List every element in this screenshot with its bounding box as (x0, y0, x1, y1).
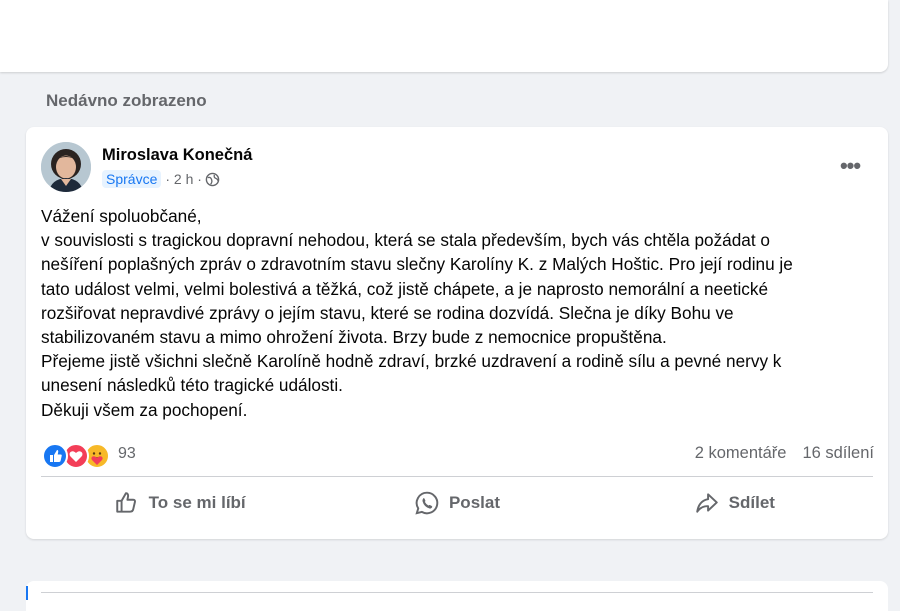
avatar-image (41, 142, 91, 192)
post-text-line: v souvislosti s tragickou dopravní nehod… (41, 230, 770, 251)
like-button[interactable]: To se mi líbí (41, 479, 318, 527)
globe-icon (205, 172, 220, 187)
shares-count[interactable]: 16 sdílení (802, 444, 874, 463)
post-text-line: stabilizovaném stavu a mimo ohrožení živ… (41, 327, 667, 348)
next-post-card (26, 581, 888, 611)
author-name[interactable]: Miroslava Konečná (102, 146, 252, 165)
post-text: Vážení spoluobčané, v souvislosti s trag… (41, 204, 877, 422)
like-icon (42, 443, 68, 469)
focus-edge (26, 586, 28, 600)
post-text-line: rozšiřovat nepravdivé zprávy o jejím sta… (41, 302, 734, 323)
divider (41, 476, 873, 477)
reactions-summary[interactable]: 93 (42, 442, 136, 469)
post-text-line: tato událost velmi, velmi bolestivá a tě… (41, 278, 769, 299)
send-button[interactable]: Poslat (318, 479, 595, 527)
post-text-line: Přejeme jistě všichni slečně Karolíně ho… (41, 351, 782, 372)
post-meta: Správce · 2 h · (102, 170, 220, 188)
avatar[interactable] (41, 142, 91, 192)
role-badge: Správce (102, 170, 162, 188)
reaction-count: 93 (118, 445, 136, 462)
more-options-button[interactable]: ••• (830, 151, 870, 181)
comments-count[interactable]: 2 komentáře (695, 444, 787, 463)
post-card: Miroslava Konečná Správce · 2 h · ••• Vá… (26, 127, 888, 539)
section-title: Nedávno zobrazeno (46, 91, 207, 110)
engagement-counts: 2 komentáře 16 sdílení (695, 444, 874, 463)
previous-card (0, 0, 888, 72)
whatsapp-icon (415, 491, 439, 515)
thumbs-up-icon (115, 492, 136, 513)
post-text-line: unesení následků této tragické události. (41, 375, 343, 396)
post-actions: To se mi líbí Poslat Sdílet (41, 479, 873, 527)
divider (41, 592, 873, 593)
like-label: To se mi líbí (148, 493, 246, 512)
post-text-line: nešíření poplašných zpráv o zdravotním s… (41, 254, 793, 275)
share-button[interactable]: Sdílet (596, 479, 873, 527)
share-arrow-icon (695, 493, 718, 513)
share-label: Sdílet (728, 493, 775, 512)
post-text-line: Vážení spoluobčané, (41, 206, 202, 226)
post-time[interactable]: · 2 h · (165, 171, 202, 187)
send-label: Poslat (448, 493, 500, 512)
post-text-line: Děkuji všem za pochopení. (41, 399, 248, 420)
